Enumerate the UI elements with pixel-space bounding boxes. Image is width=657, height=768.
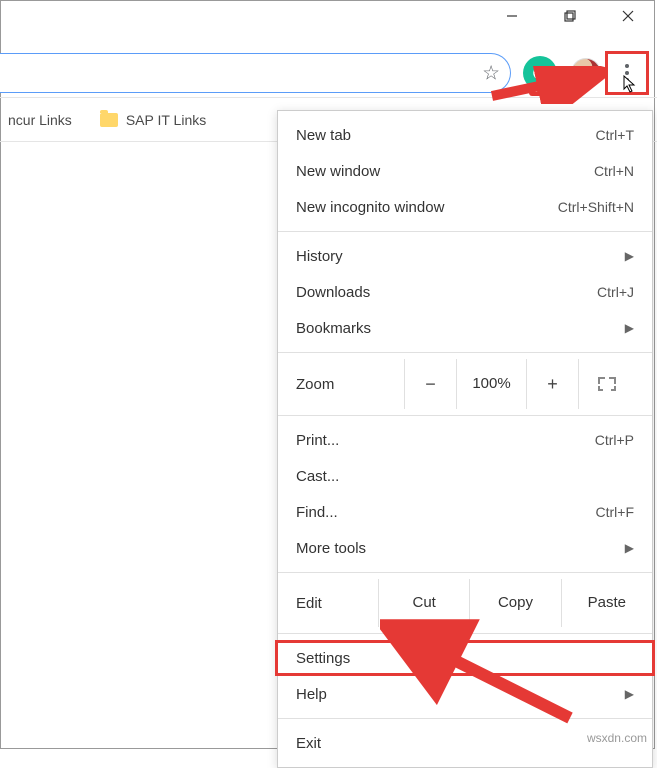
edit-label: Edit [278,595,378,612]
titlebar [483,0,657,40]
bookmark-folder-label: SAP IT Links [126,112,206,128]
menu-history[interactable]: History ▶ [278,238,652,274]
bookmark-folder[interactable]: SAP IT Links [100,112,206,128]
menu-new-window[interactable]: New window Ctrl+N [278,153,652,189]
toolbar: ☆ off [0,48,657,98]
menu-print[interactable]: Print... Ctrl+P [278,422,652,458]
separator [278,352,652,353]
menu-find[interactable]: Find... Ctrl+F [278,494,652,530]
watermark: wsxdn.com [587,731,647,745]
menu-help[interactable]: Help ▶ [278,676,652,712]
cut-button[interactable]: Cut [378,579,469,627]
separator [278,718,652,719]
zoom-level: 100% [456,359,526,409]
cursor-icon [623,75,637,93]
menu-more-tools[interactable]: More tools ▶ [278,530,652,566]
extension-icon[interactable]: off [523,56,557,90]
bookmark-folder-label: ncur Links [8,112,72,128]
maximize-button[interactable] [541,0,599,32]
menu-button[interactable] [607,53,647,93]
address-bar[interactable]: ☆ [0,53,511,93]
paste-button[interactable]: Paste [561,579,652,627]
menu-edit-row: Edit Cut Copy Paste [278,579,652,627]
chrome-menu: New tab Ctrl+T New window Ctrl+N New inc… [277,110,653,768]
profile-avatar[interactable] [571,58,601,88]
chevron-right-icon: ▶ [625,321,634,335]
menu-bookmarks[interactable]: Bookmarks ▶ [278,310,652,346]
bookmark-star-icon[interactable]: ☆ [482,60,500,85]
fullscreen-icon [598,377,616,391]
close-button[interactable] [599,0,657,32]
bookmark-folder[interactable]: ncur Links [8,112,72,128]
separator [278,415,652,416]
copy-button[interactable]: Copy [469,579,560,627]
chevron-right-icon: ▶ [625,541,634,555]
menu-incognito[interactable]: New incognito window Ctrl+Shift+N [278,189,652,225]
minimize-button[interactable] [483,0,541,32]
menu-new-tab[interactable]: New tab Ctrl+T [278,117,652,153]
menu-zoom: Zoom − 100% + [278,359,652,409]
chevron-right-icon: ▶ [625,687,634,701]
fullscreen-button[interactable] [578,359,634,409]
extension-off-badge: off [529,83,548,96]
separator [278,231,652,232]
zoom-in-button[interactable]: + [526,359,578,409]
chevron-right-icon: ▶ [625,249,634,263]
menu-settings[interactable]: Settings [275,640,655,676]
folder-icon [100,113,118,127]
separator [278,572,652,573]
menu-downloads[interactable]: Downloads Ctrl+J [278,274,652,310]
separator [278,633,652,634]
menu-cast[interactable]: Cast... [278,458,652,494]
zoom-out-button[interactable]: − [404,359,456,409]
